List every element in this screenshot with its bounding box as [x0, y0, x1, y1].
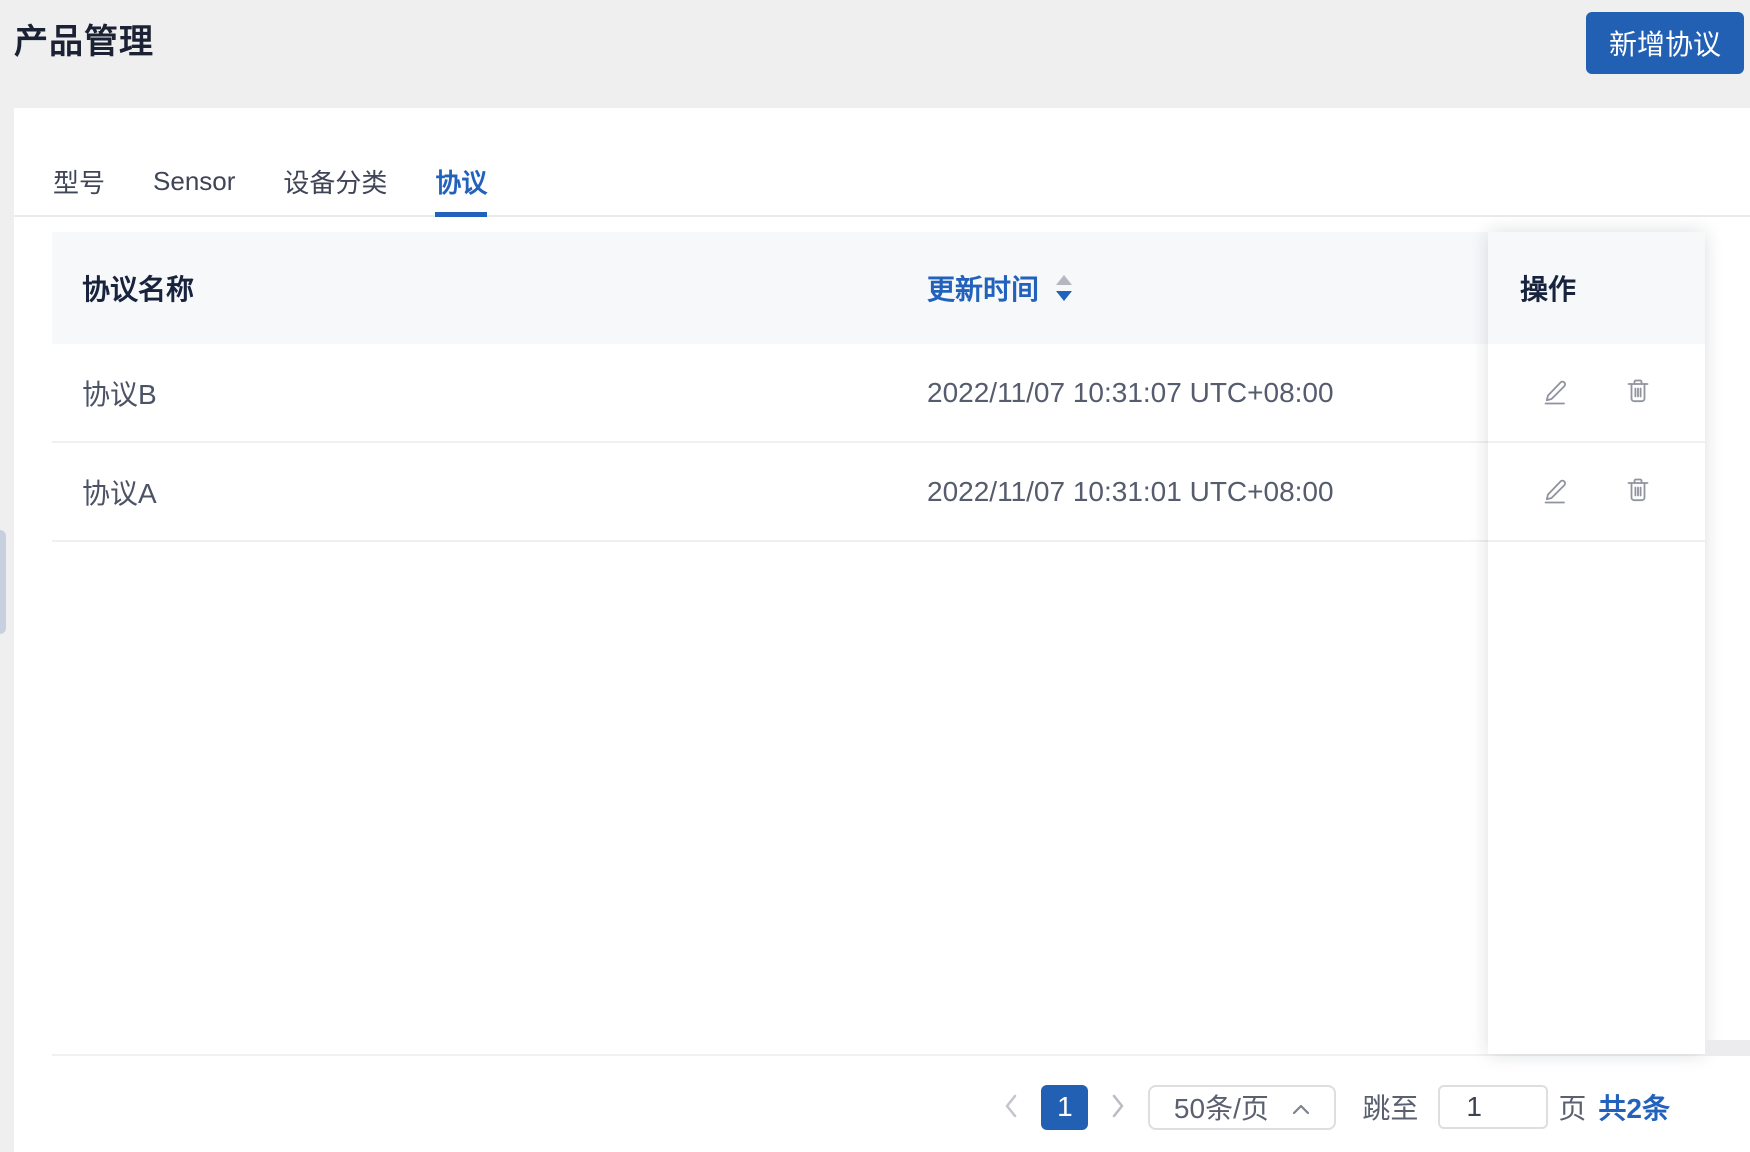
pencil-icon: [1541, 376, 1571, 409]
chevron-left-icon: [1002, 1091, 1020, 1124]
page-title: 产品管理: [14, 23, 154, 61]
page-number-button[interactable]: 1: [1041, 1084, 1089, 1130]
tab-model[interactable]: 型号: [53, 108, 105, 215]
column-header-protocol-name: 协议名称: [82, 274, 195, 305]
column-header-updated-time-sort[interactable]: 更新时间: [927, 268, 1075, 308]
cell-protocol-name: 协议A: [82, 477, 157, 509]
tab-device-category[interactable]: 设备分类: [283, 108, 387, 215]
add-protocol-button[interactable]: 新增协议: [1586, 12, 1744, 74]
column-header-updated-time-label: 更新时间: [927, 274, 1040, 305]
page-unit-label: 页: [1558, 1093, 1587, 1124]
pagination-bar: 1 50条/页 跳至 页 共2条: [998, 1084, 1670, 1130]
jump-page-input[interactable]: [1438, 1085, 1549, 1129]
jump-to-label: 跳至: [1362, 1093, 1419, 1124]
sort-caret-icon: [1053, 272, 1075, 304]
previous-page-button[interactable]: [998, 1091, 1024, 1124]
operations-row: [1488, 443, 1705, 542]
next-page-button[interactable]: [1105, 1091, 1131, 1124]
delete-button[interactable]: [1623, 376, 1653, 409]
horizontal-scrollbar-track[interactable]: [1705, 1040, 1750, 1056]
table-row: 协议A 2022/11/07 10:31:01 UTC+08:00: [52, 443, 1705, 542]
total-count-label: 共2条: [1598, 1093, 1670, 1124]
trash-icon: [1623, 475, 1653, 508]
operations-row: [1488, 344, 1705, 443]
table-row: 协议B 2022/11/07 10:31:07 UTC+08:00: [52, 344, 1705, 443]
fixed-operations-column: 操作: [1488, 232, 1705, 1054]
pencil-icon: [1541, 475, 1571, 508]
cell-updated-time: 2022/11/07 10:31:07 UTC+08:00: [927, 376, 1334, 408]
protocol-table: 协议名称 更新时间 协议B 2022/11/07 10:31:07 UTC+08…: [52, 232, 1705, 1056]
delete-button[interactable]: [1623, 475, 1653, 508]
sidebar-drawer-handle[interactable]: [0, 530, 6, 634]
edit-button[interactable]: [1541, 376, 1571, 409]
column-header-operations: 操作: [1488, 232, 1705, 344]
tab-bar: 型号 Sensor 设备分类 协议: [14, 108, 1750, 217]
page-size-select[interactable]: 50条/页: [1148, 1084, 1337, 1130]
page-size-value: 50条/页: [1173, 1093, 1269, 1124]
tab-protocol[interactable]: 协议: [435, 108, 488, 217]
trash-icon: [1623, 376, 1653, 409]
table-header-row: 协议名称 更新时间: [52, 232, 1705, 344]
edit-button[interactable]: [1541, 475, 1571, 508]
content-card: 型号 Sensor 设备分类 协议 协议名称 更新时间 协议B 2022/11/…: [14, 108, 1750, 1152]
tab-sensor[interactable]: Sensor: [153, 108, 235, 215]
cell-updated-time: 2022/11/07 10:31:01 UTC+08:00: [927, 475, 1334, 507]
cell-protocol-name: 协议B: [82, 378, 157, 410]
chevron-up-icon: [1291, 1091, 1311, 1123]
chevron-right-icon: [1109, 1091, 1127, 1124]
